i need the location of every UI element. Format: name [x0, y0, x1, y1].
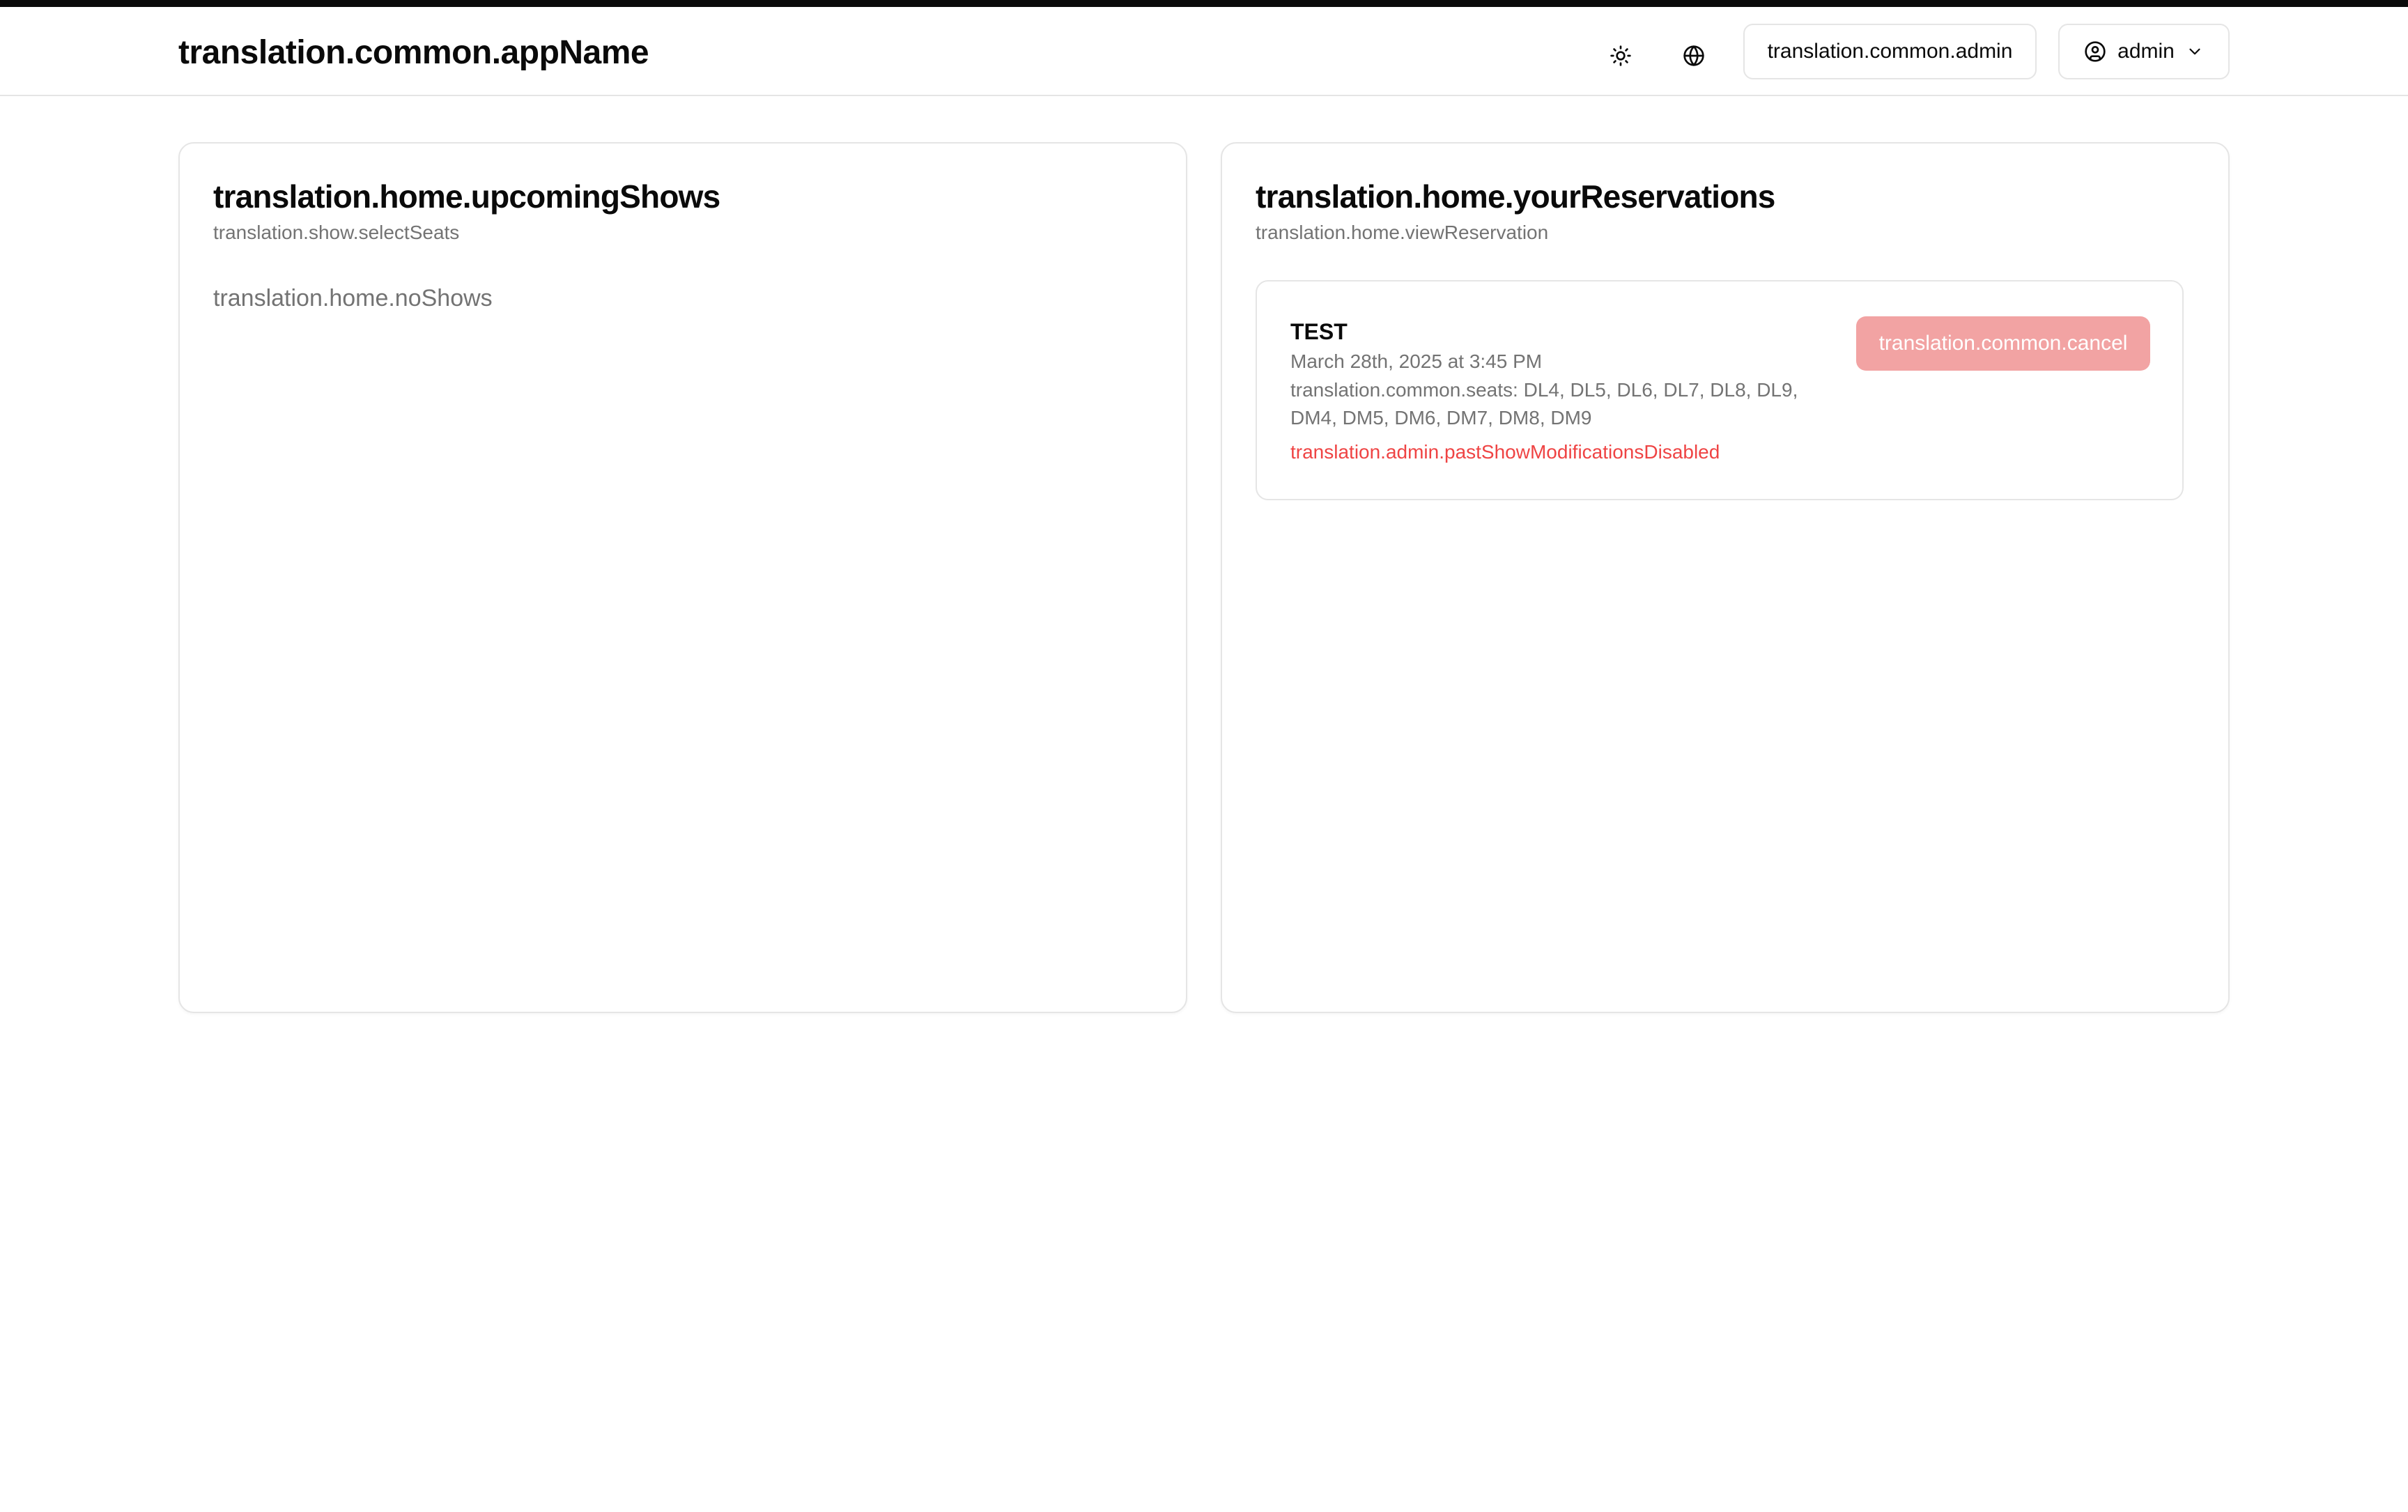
cancel-reservation-button[interactable]: translation.common.cancel	[1856, 316, 2150, 371]
chevron-down-icon	[2186, 43, 2204, 61]
globe-icon	[1683, 45, 1705, 70]
top-strip	[0, 0, 2408, 7]
app-name[interactable]: translation.common.appName	[178, 33, 649, 72]
user-circle-icon	[2084, 40, 2106, 63]
upcoming-shows-description: translation.show.selectSeats	[213, 222, 460, 243]
no-shows-message: translation.home.noShows	[213, 285, 493, 311]
admin-button[interactable]: translation.common.admin	[1743, 24, 2037, 79]
reservation-item: TEST March 28th, 2025 at 3:45 PM transla…	[1256, 280, 2184, 500]
upcoming-shows-title: translation.home.upcomingShows	[213, 178, 720, 215]
upcoming-shows-card: translation.home.upcomingShows translati…	[178, 142, 1187, 1013]
sun-icon	[1610, 45, 1632, 70]
user-name: admin	[2117, 40, 2175, 63]
top-navbar: translation.common.appName translation.c…	[0, 7, 2408, 96]
reservation-date: March 28th, 2025 at 3:45 PM	[1290, 350, 1543, 372]
reservation-warning: translation.admin.pastShowModificationsD…	[1290, 441, 1720, 463]
user-menu-button[interactable]: admin	[2058, 24, 2230, 79]
reservations-title: translation.home.yourReservations	[1256, 178, 1775, 215]
language-button[interactable]	[1665, 28, 1723, 86]
reservation-seats: translation.common.seats: DL4, DL5, DL6,…	[1290, 379, 1798, 429]
reservation-show-name: TEST	[1290, 319, 1348, 344]
reservations-description: translation.home.viewReservation	[1256, 222, 1549, 243]
reservations-card: translation.home.yourReservations transl…	[1221, 142, 2230, 1013]
theme-toggle-button[interactable]	[1591, 28, 1650, 86]
